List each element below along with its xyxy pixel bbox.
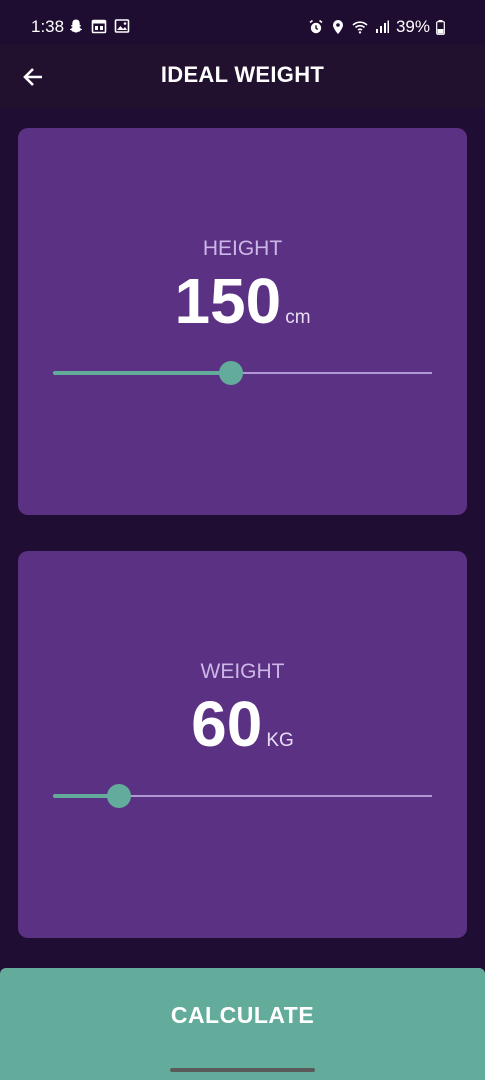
height-card: HEIGHT 150 cm (18, 128, 467, 515)
height-unit: cm (285, 307, 311, 328)
weight-value-row: 60 KG (18, 689, 467, 759)
screen: 1:38 39% IDEAL WEIGHT HEIGHT 150 cm WEIG… (0, 0, 485, 1080)
weight-slider[interactable] (53, 784, 432, 808)
height-value-row: 150 cm (18, 266, 467, 336)
calendar-icon (91, 19, 107, 34)
height-value: 150 (174, 265, 282, 337)
gallery-icon (114, 19, 130, 33)
height-slider-thumb[interactable] (219, 361, 244, 385)
snapchat-icon (70, 19, 82, 33)
page-title: IDEAL WEIGHT (160, 62, 325, 87)
weight-value: 60 (191, 688, 263, 760)
wifi-icon (352, 21, 368, 34)
weight-unit: KG (266, 730, 294, 751)
app-bar: IDEAL WEIGHT (0, 44, 485, 108)
height-label: HEIGHT (202, 237, 283, 260)
height-slider[interactable] (53, 361, 432, 385)
calculate-button[interactable]: CALCULATE (0, 968, 485, 1062)
weight-label: WEIGHT (200, 660, 285, 683)
battery-icon (436, 19, 445, 35)
signal-icon (375, 20, 389, 33)
alarm-icon (309, 19, 323, 34)
weight-slider-thumb[interactable] (107, 784, 132, 808)
status-bar: 1:38 39% (0, 0, 485, 44)
height-slider-fill (53, 371, 232, 375)
weight-card: WEIGHT 60 KG (18, 551, 467, 938)
location-icon (332, 20, 343, 34)
status-time: 1:38 (31, 17, 65, 36)
status-left-icons (68, 18, 130, 34)
home-indicator[interactable] (170, 1068, 315, 1072)
battery-percent: 39% (395, 17, 430, 36)
status-right: 39% (308, 17, 445, 37)
